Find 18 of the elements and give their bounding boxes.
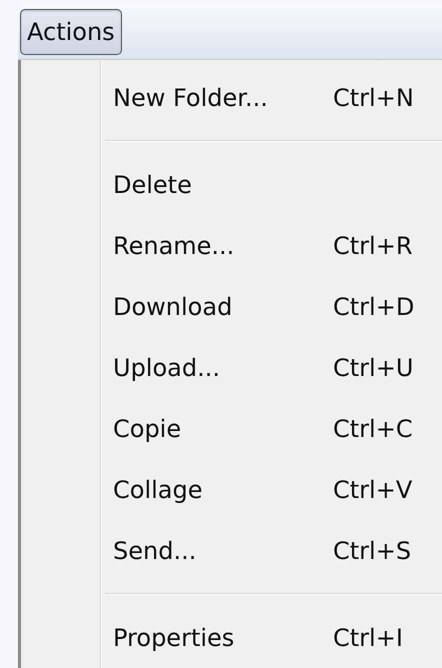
menu-item[interactable]: New Folder... <box>113 84 333 112</box>
shortcut-text: Ctrl+V <box>333 476 412 504</box>
menu-item[interactable]: Delete <box>113 170 333 198</box>
menu-item[interactable]: Download <box>113 292 333 320</box>
shortcut-text: Ctrl+N <box>333 84 414 112</box>
menu-item[interactable]: Properties <box>113 624 333 652</box>
menu-button[interactable]: Actions <box>20 8 122 54</box>
shortcut-text: Ctrl+I <box>333 624 403 652</box>
menu-item[interactable]: Upload... <box>113 354 333 382</box>
shortcut-text: Ctrl+U <box>333 354 414 382</box>
menu-item[interactable]: Rename... <box>113 232 333 260</box>
shortcut-text: Ctrl+S <box>333 536 412 564</box>
menu-item[interactable]: Collage <box>113 476 333 504</box>
shortcut-text: Ctrl+D <box>333 292 414 320</box>
menu-item[interactable]: Copie <box>113 414 333 442</box>
shortcut-text: Ctrl+R <box>333 232 412 260</box>
menu-item[interactable]: Send... <box>113 536 333 564</box>
shortcut-text: Ctrl+C <box>333 414 413 442</box>
